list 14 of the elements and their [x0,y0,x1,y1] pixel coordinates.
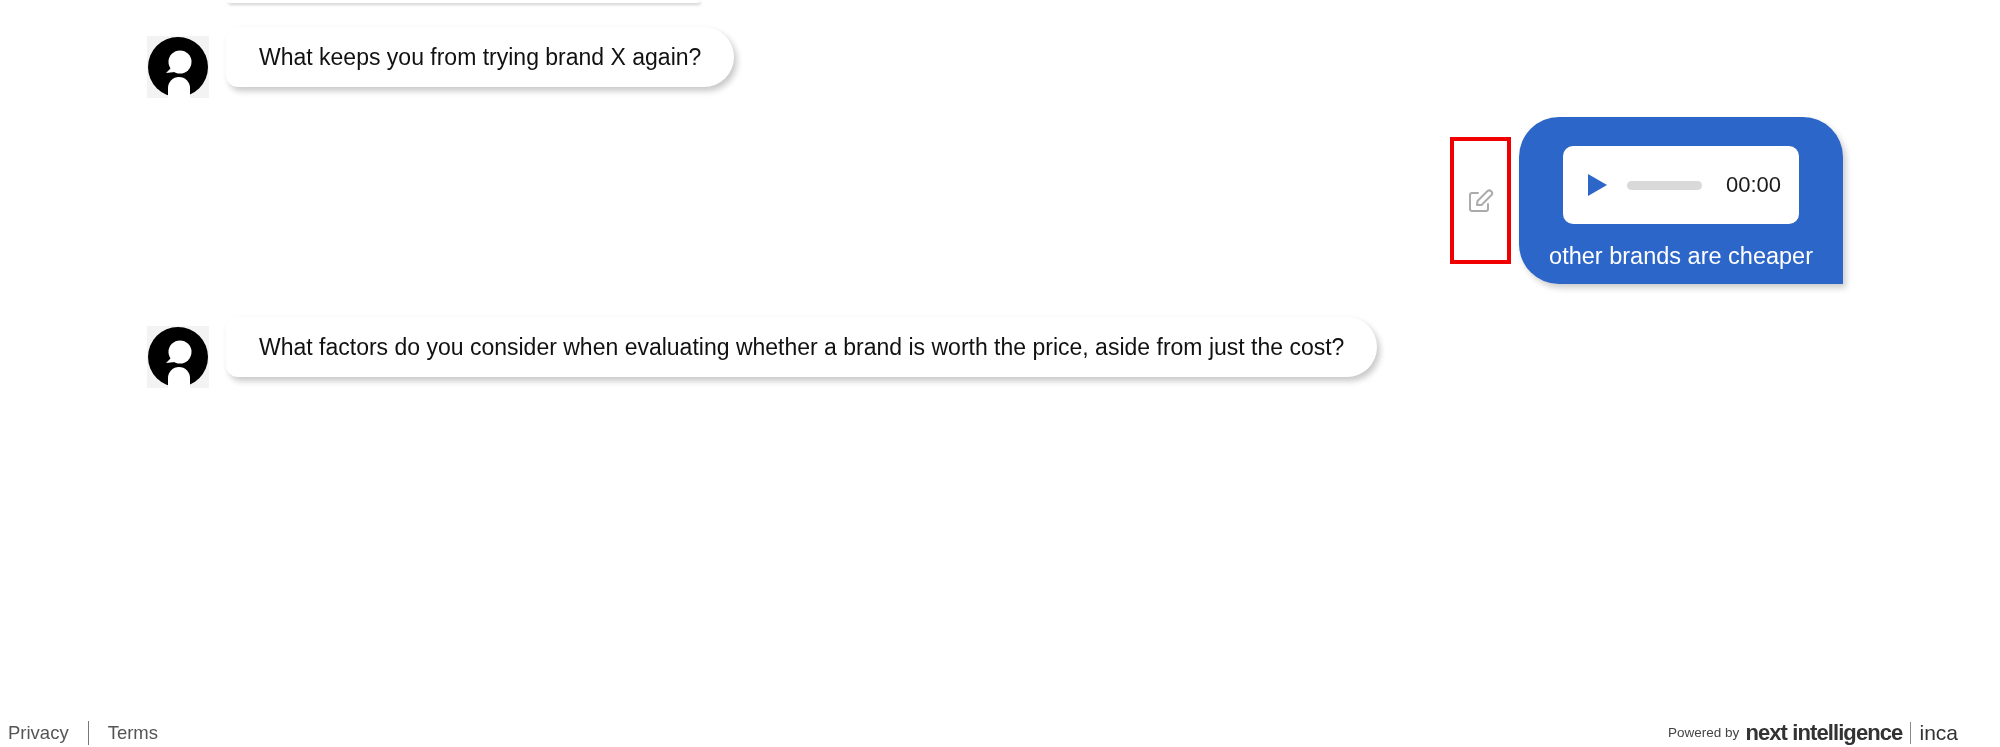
brand-logo: next intelligence [1745,719,1903,746]
play-icon[interactable] [1588,174,1608,196]
footer-link[interactable]: Terms [107,721,159,744]
partner-logo: inca [1919,720,1958,745]
question-bubble: What keeps you from trying brand X again? [226,27,735,87]
progress-track[interactable] [1627,180,1703,190]
edit-icon[interactable] [1467,188,1494,213]
avatar-icon [147,36,209,98]
question-bubble: What factors do you consider when evaluating whether a brand is worth the price, aside from just the cost? [226,317,1378,377]
avatar-icon [147,326,209,388]
time-text: 00:00 [1726,172,1782,198]
powered-by-text: Powered by [1668,725,1740,740]
footer-link[interactable]: Privacy [8,721,69,744]
transcript-text: other brands are cheaper [1549,242,1813,271]
